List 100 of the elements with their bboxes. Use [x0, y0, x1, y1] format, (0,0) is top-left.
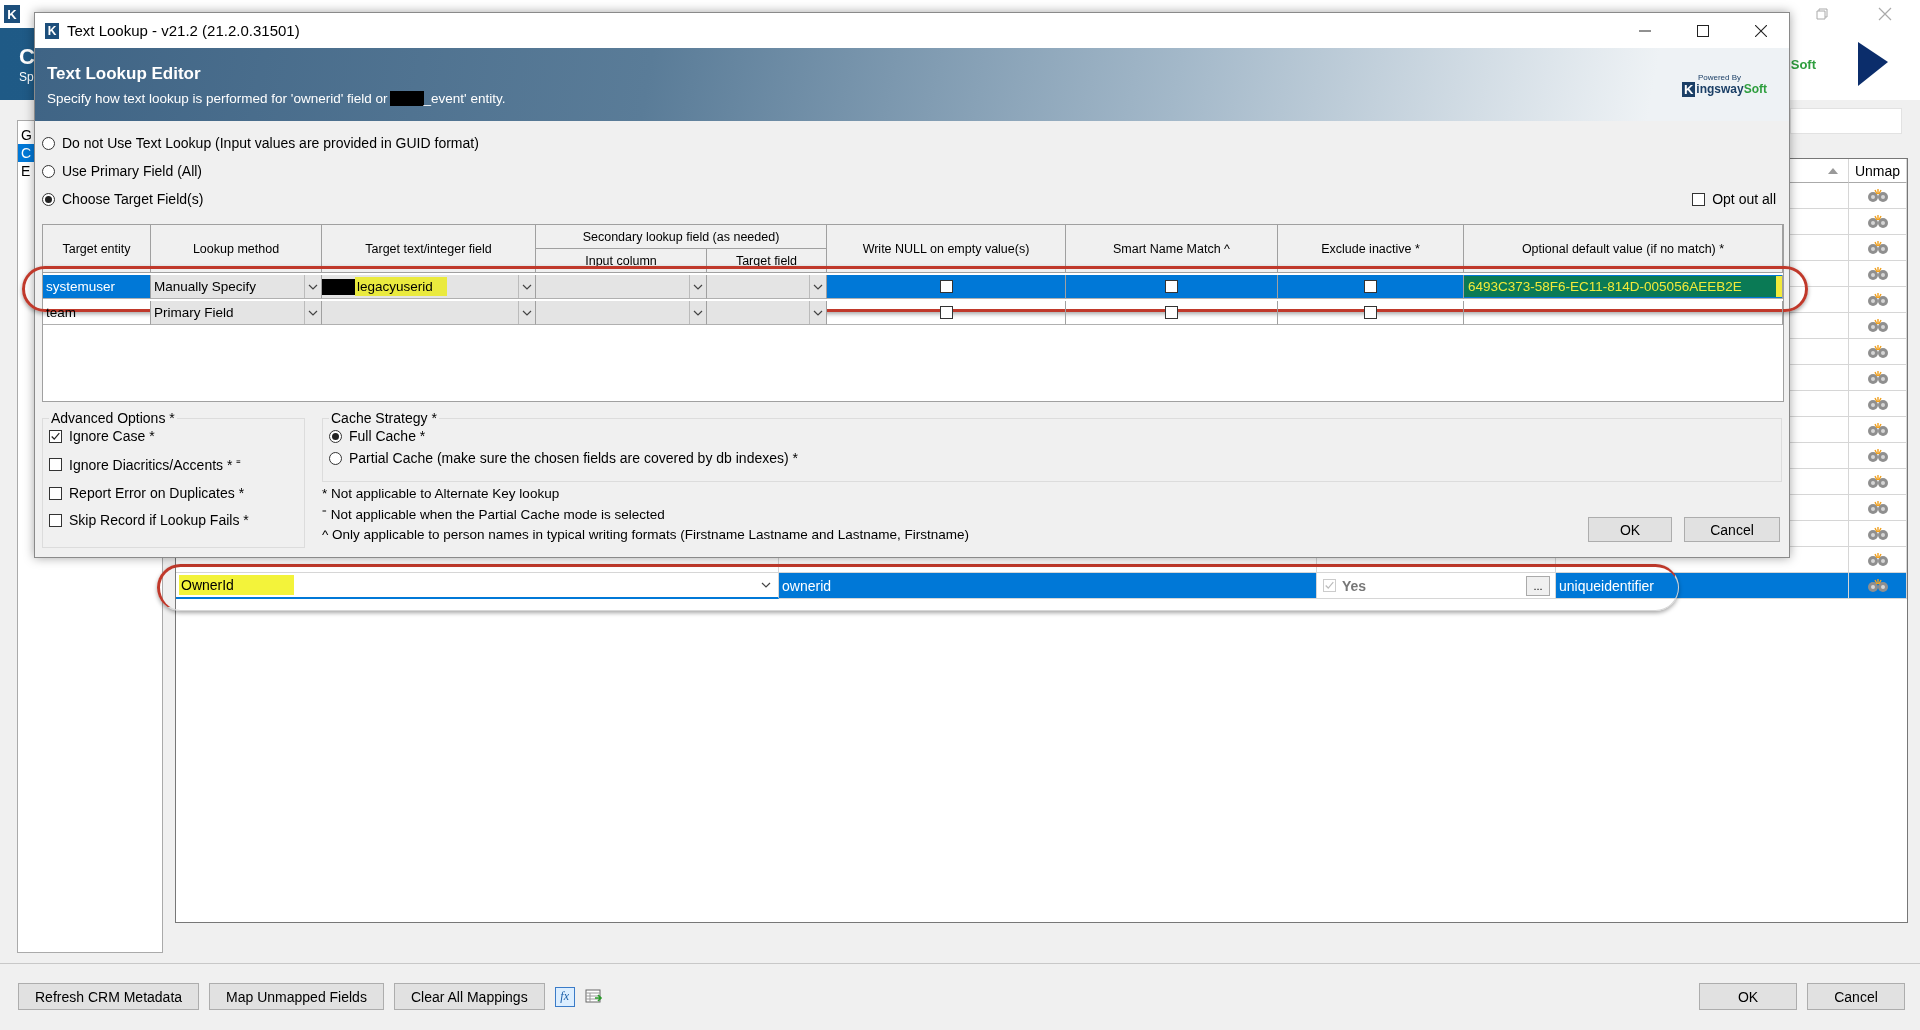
opt-out-checkbox[interactable]: Opt out all: [1692, 191, 1776, 207]
footnote: ^ Only applicable to person names in typical writing formats (Firstname Lastname and Lastname, Firstname): [322, 527, 970, 542]
checkbox[interactable]: [1364, 306, 1377, 319]
target-field-dropdown[interactable]: [322, 301, 536, 325]
checkbox[interactable]: [1165, 280, 1178, 293]
radio-button[interactable]: [42, 192, 55, 206]
unlink-icon[interactable]: [1866, 370, 1889, 385]
unlink-icon[interactable]: [1866, 188, 1889, 203]
chevron-icon: [693, 309, 703, 316]
source-dropdown[interactable]: OwnerId: [179, 575, 294, 595]
group-title: Advanced Options *: [50, 410, 176, 426]
dialog-button[interactable]: Cancel: [1807, 983, 1905, 1010]
chevron-icon: [693, 283, 703, 290]
radio-button[interactable]: [42, 164, 55, 178]
checkbox[interactable]: [939, 306, 953, 319]
unlink-icon[interactable]: [1866, 500, 1889, 515]
radio-option[interactable]: Use Primary Field (All): [42, 163, 202, 179]
checkbox[interactable]: [939, 280, 953, 293]
checkbox[interactable]: [49, 458, 62, 471]
footnote: * Not applicable to Alternate Key lookup: [322, 486, 561, 501]
unlink-icon[interactable]: [1866, 422, 1889, 437]
logo-wordmark: ingswaySoft: [1696, 82, 1767, 96]
default-value-field[interactable]: 6493C373-58F6-EC11-814D-005056AEEB2E: [1464, 276, 1782, 297]
chevron-icon[interactable]: [761, 582, 771, 588]
unlink-icon[interactable]: [1866, 266, 1889, 281]
chevron-icon: [522, 309, 532, 316]
option-checkbox[interactable]: Skip Record if Lookup Fails *: [49, 512, 249, 528]
unlink-icon[interactable]: [1866, 318, 1889, 333]
checkbox[interactable]: [1364, 280, 1377, 293]
table-cell: uniqueidentifier: [1559, 577, 1654, 594]
maximize-icon[interactable]: [1697, 24, 1709, 37]
toolbar-button[interactable]: Refresh CRM Metadata: [18, 983, 200, 1010]
unlink-icon[interactable]: [1866, 214, 1889, 229]
list-item[interactable]: G: [18, 126, 35, 144]
column-group-header: Secondary lookup field (as needed): [536, 225, 827, 249]
chevron-icon: [522, 283, 532, 290]
unlink-icon[interactable]: [1866, 344, 1889, 359]
close-icon[interactable]: [1755, 24, 1767, 37]
unlink-icon[interactable]: [1866, 552, 1889, 567]
radio-button[interactable]: [42, 136, 55, 150]
logo-mark: K: [1681, 81, 1696, 97]
checkbox[interactable]: [1692, 192, 1706, 206]
target-field-dropdown[interactable]: legacyuserid: [322, 275, 536, 299]
lookup-method-dropdown[interactable]: Primary Field: [151, 301, 322, 325]
option-checkbox[interactable]: Ignore Case *: [49, 428, 155, 444]
input-column-dropdown[interactable]: [536, 275, 707, 299]
unlink-icon[interactable]: [1866, 474, 1889, 489]
footnote: ⁼ Not applicable when the Partial Cache mode is selected: [322, 506, 666, 523]
editor-title: Text Lookup Editor: [47, 63, 202, 84]
list-item[interactable]: C: [18, 144, 35, 162]
header-title: C: [19, 44, 35, 70]
unlink-icon[interactable]: [1866, 526, 1889, 541]
app-icon: K: [45, 22, 59, 39]
triangle-logo-icon: [1856, 41, 1890, 87]
radio-option[interactable]: Do not Use Text Lookup (Input values are provided in GUID format): [42, 135, 479, 151]
chevron-icon: [813, 309, 823, 316]
formula-button[interactable]: fx: [554, 986, 575, 1007]
dialog-button[interactable]: Cancel: [1684, 517, 1780, 542]
logo-text: Soft: [1790, 56, 1816, 72]
description-text: Specify how text lookup is performed for 'ownerid' field or: [47, 90, 388, 106]
unlink-icon[interactable]: [1866, 396, 1889, 411]
target-field-dropdown[interactable]: [707, 275, 827, 299]
group-title: Cache Strategy *: [330, 410, 438, 426]
radio-option[interactable]: Partial Cache (make sure the chosen fields are covered by db indexes) *: [329, 450, 798, 466]
radio-option[interactable]: Choose Target Field(s): [42, 191, 204, 207]
checkbox[interactable]: [1165, 306, 1178, 319]
sort-arrow-icon[interactable]: [1828, 167, 1838, 174]
key-label: Yes: [1342, 577, 1367, 594]
table-cell[interactable]: systemuser: [43, 275, 151, 299]
unlink-icon[interactable]: [1866, 448, 1889, 463]
filter-field[interactable]: [1790, 108, 1902, 134]
option-checkbox[interactable]: Ignore Diacritics/Accents * ⁼: [49, 455, 242, 474]
dialog-button[interactable]: OK: [1699, 983, 1797, 1010]
radio-button[interactable]: [329, 451, 342, 465]
header-subtitle: Sp: [19, 70, 35, 84]
unlink-icon[interactable]: [1866, 292, 1889, 307]
lookup-method-dropdown[interactable]: Manually Specify: [151, 275, 322, 299]
unlink-icon[interactable]: [1866, 578, 1889, 593]
target-field-dropdown[interactable]: [707, 301, 827, 325]
list-item[interactable]: E: [18, 162, 34, 180]
toolbar-button[interactable]: Clear All Mappings: [393, 983, 545, 1010]
checkbox[interactable]: [49, 486, 62, 500]
browse-button[interactable]: ...: [1526, 575, 1550, 596]
toolbar-button[interactable]: Map Unmapped Fields: [209, 983, 384, 1010]
column-header[interactable]: Unmap: [1849, 159, 1907, 183]
table-cell: ownerid: [782, 577, 832, 594]
logo-caption: Powered By: [1697, 72, 1742, 82]
unlink-icon[interactable]: [1866, 240, 1889, 255]
chevron-icon: [308, 309, 318, 316]
checkbox[interactable]: [49, 429, 62, 443]
radio-button[interactable]: [329, 429, 342, 443]
app-icon: K: [4, 5, 20, 23]
option-checkbox[interactable]: Report Error on Duplicates *: [49, 485, 245, 501]
checkbox[interactable]: [49, 513, 62, 527]
chevron-icon: [813, 283, 823, 290]
radio-option[interactable]: Full Cache *: [329, 428, 426, 444]
input-column-dropdown[interactable]: [536, 301, 707, 325]
restore-icon[interactable]: [1816, 8, 1828, 20]
dialog-button[interactable]: OK: [1588, 517, 1672, 542]
chevron-icon: [308, 283, 318, 290]
